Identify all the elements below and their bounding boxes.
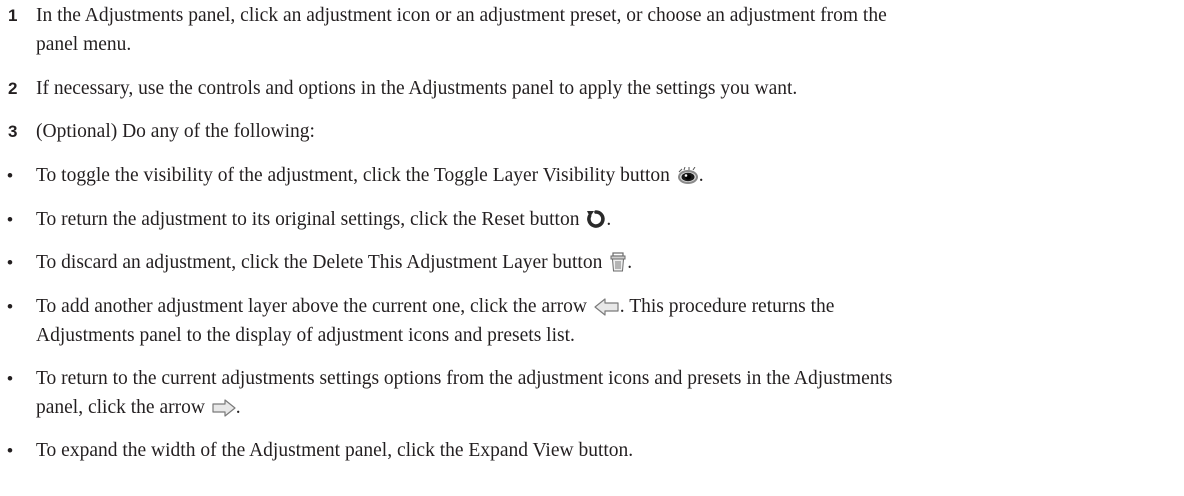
- step-text: (Optional) Do any of the following:: [36, 121, 315, 142]
- eye-icon: [677, 167, 699, 185]
- bullet-text-before: To discard an adjustment, click the Dele…: [36, 252, 603, 273]
- bullet-marker: •: [7, 441, 13, 460]
- step-number: 3: [8, 122, 18, 141]
- bullet-text-continued: Adjustments panel to the display of adju…: [36, 325, 575, 346]
- step-number: 1: [8, 6, 18, 25]
- bullet-marker: •: [7, 253, 13, 272]
- bullet-marker: •: [7, 369, 13, 388]
- bullet-text-before: To return the adjustment to its original…: [36, 209, 580, 230]
- bullet-text: To toggle the visibility of the adjustme…: [36, 164, 704, 188]
- trash-icon: [609, 252, 627, 272]
- bullet-text: To add another adjustment layer above th…: [36, 295, 834, 319]
- step-number: 2: [8, 79, 18, 98]
- step-text: If necessary, use the controls and optio…: [36, 78, 798, 99]
- bullet-text-before: To toggle the visibility of the adjustme…: [36, 165, 670, 186]
- bullet-text: To return to the current adjustments set…: [36, 368, 893, 389]
- bullet-text-after: . This procedure returns the: [619, 296, 835, 317]
- bullet-marker: •: [7, 297, 13, 316]
- right-arrow-icon: [212, 399, 236, 417]
- bullet-text-before: panel, click the arrow: [36, 397, 205, 418]
- bullet-text-after: .: [235, 397, 241, 418]
- bullet-marker: •: [7, 210, 13, 229]
- bullet-text-continued: panel, click the arrow .: [36, 396, 241, 420]
- bullet-marker: •: [7, 166, 13, 185]
- bullet-text-after: .: [627, 252, 633, 273]
- reset-icon: [586, 209, 606, 229]
- bullet-text-after: .: [606, 209, 612, 230]
- left-arrow-icon: [594, 298, 620, 316]
- bullet-text-before: To add another adjustment layer above th…: [36, 296, 587, 317]
- bullet-text-after: .: [698, 165, 704, 186]
- bullet-text: To return the adjustment to its original…: [36, 208, 611, 232]
- step-text-continued: panel menu.: [36, 34, 132, 55]
- bullet-text: To discard an adjustment, click the Dele…: [36, 251, 632, 275]
- step-text: In the Adjustments panel, click an adjus…: [36, 5, 887, 26]
- bullet-text: To expand the width of the Adjustment pa…: [36, 440, 634, 461]
